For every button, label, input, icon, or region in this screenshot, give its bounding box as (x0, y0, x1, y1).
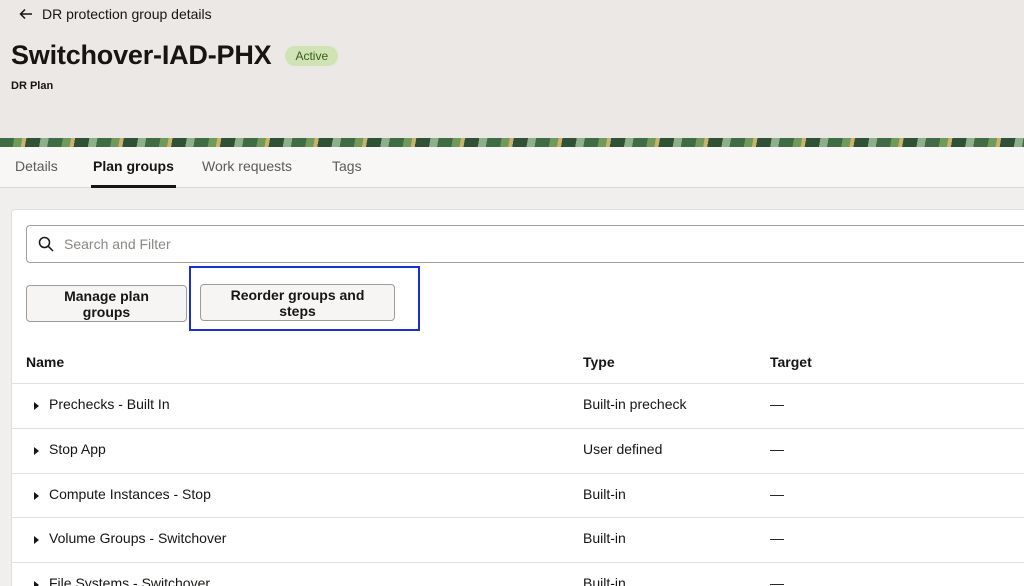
expand-caret-icon[interactable] (34, 536, 39, 544)
row-type: Built-in precheck (583, 396, 687, 412)
row-target: — (770, 441, 784, 457)
expand-caret-icon[interactable] (34, 447, 39, 455)
table-row[interactable]: File Systems - Switchover Built-in — (12, 562, 1024, 586)
row-target: — (770, 486, 784, 502)
column-name[interactable]: Name (26, 354, 64, 370)
tab-details[interactable]: Details (15, 147, 58, 188)
back-link-label: DR protection group details (42, 6, 212, 22)
table-row[interactable]: Stop App User defined — (12, 428, 1024, 473)
table-row[interactable]: Prechecks - Built In Built-in precheck — (12, 383, 1024, 428)
row-name: Stop App (49, 441, 106, 457)
search-box[interactable] (26, 225, 1024, 263)
expand-caret-icon[interactable] (34, 581, 39, 586)
table-row[interactable]: Compute Instances - Stop Built-in — (12, 473, 1024, 518)
plan-groups-panel: Manage plan groups Reorder groups and st… (11, 209, 1024, 586)
manage-plan-groups-button[interactable]: Manage plan groups (26, 285, 187, 322)
row-type: Built-in (583, 530, 626, 546)
expand-caret-icon[interactable] (34, 492, 39, 500)
page-title: Switchover-IAD-PHX (11, 40, 272, 70)
row-name: File Systems - Switchover (49, 575, 211, 586)
row-target: — (770, 575, 784, 586)
page-subtitle: DR Plan (11, 80, 54, 92)
tab-work-requests[interactable]: Work requests (202, 147, 292, 188)
table-row[interactable]: Volume Groups - Switchover Built-in — (12, 517, 1024, 562)
search-icon (38, 236, 54, 252)
column-type[interactable]: Type (583, 354, 615, 370)
tab-bar: Details Plan groups Work requests Tags (0, 147, 1024, 188)
row-name: Volume Groups - Switchover (49, 530, 227, 546)
expand-caret-icon[interactable] (34, 402, 39, 410)
tab-tags[interactable]: Tags (332, 147, 362, 188)
table-header: Name Type Target (12, 343, 1024, 384)
row-target: — (770, 396, 784, 412)
search-input[interactable] (64, 236, 964, 252)
arrow-left-icon (19, 8, 32, 20)
status-badge: Active (285, 45, 339, 66)
row-type: Built-in (583, 486, 626, 502)
row-target: — (770, 530, 784, 546)
row-type: Built-in (583, 575, 626, 586)
page-header: DR protection group details Switchover-I… (0, 0, 1024, 138)
tab-plan-groups[interactable]: Plan groups (91, 147, 176, 188)
decorative-banner (0, 138, 1024, 147)
back-link[interactable]: DR protection group details (18, 4, 212, 24)
row-type: User defined (583, 441, 663, 457)
row-name: Prechecks - Built In (49, 396, 170, 412)
column-target[interactable]: Target (770, 354, 812, 370)
reorder-groups-button[interactable]: Reorder groups and steps (200, 284, 395, 321)
row-name: Compute Instances - Stop (49, 486, 211, 502)
